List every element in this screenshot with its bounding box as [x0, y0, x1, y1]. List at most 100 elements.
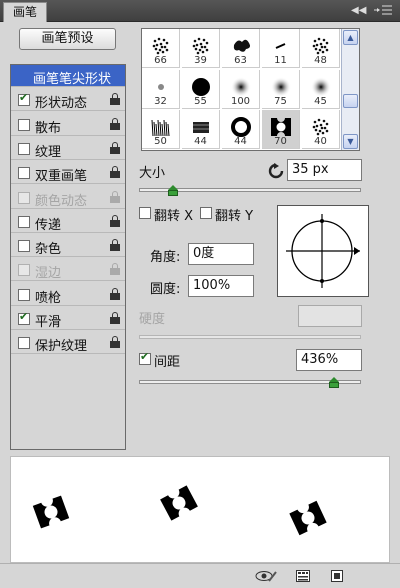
option-checkbox[interactable] — [18, 240, 30, 253]
brush-tip-size: 45 — [314, 95, 327, 107]
option-item[interactable]: 喷枪 — [11, 284, 125, 306]
option-item[interactable]: 传递 — [11, 211, 125, 233]
brush-tip[interactable]: 55 — [182, 69, 220, 109]
option-item: 颜色动态 — [11, 187, 125, 209]
option-item[interactable]: 纹理 — [11, 138, 125, 160]
spacing-slider[interactable] — [139, 377, 361, 388]
lock-icon[interactable] — [110, 166, 120, 179]
lock-icon[interactable] — [110, 239, 120, 252]
option-checkbox[interactable] — [18, 142, 30, 155]
brush-tip-size: 55 — [194, 95, 207, 107]
brush-grid-scrollbar[interactable]: ▲ ▼ — [341, 29, 359, 150]
option-label: 形状动态 — [35, 96, 88, 112]
flip-x-checkbox[interactable] — [139, 207, 151, 219]
brush-tip-size: 63 — [234, 55, 247, 66]
option-label: 杂色 — [35, 242, 62, 258]
spacing-label: 间距 — [154, 355, 181, 370]
brush-tip[interactable]: 63 — [222, 29, 260, 68]
lock-icon[interactable] — [110, 117, 120, 131]
lock-icon — [110, 263, 120, 276]
lock-icon[interactable] — [110, 93, 120, 106]
brush-tip[interactable]: 50 — [142, 110, 180, 150]
panel-tab-brush[interactable]: 画笔 — [3, 2, 47, 22]
brush-tip[interactable]: 32 — [142, 69, 180, 109]
brush-tip[interactable]: 44 — [182, 110, 220, 150]
lock-icon — [110, 190, 120, 204]
preview-stamp — [160, 485, 198, 521]
option-label: 平滑 — [35, 315, 62, 330]
brush-tip-size: 11 — [274, 55, 287, 66]
brush-tip[interactable]: 44 — [222, 110, 260, 150]
lock-icon[interactable] — [110, 336, 120, 349]
option-label: 保护纹理 — [35, 339, 88, 355]
lock-icon[interactable] — [110, 287, 120, 301]
option-checkbox[interactable] — [18, 288, 30, 301]
brush-tip-size: 66 — [154, 55, 167, 66]
spacing-field[interactable]: 436% — [296, 349, 362, 371]
option-item[interactable]: 形状动态 — [11, 89, 125, 112]
option-checkbox[interactable] — [18, 167, 30, 180]
brush-tip-size: 44 — [234, 136, 247, 148]
brush-tip[interactable]: 100 — [222, 69, 260, 109]
brush-tip-size: 50 — [154, 136, 167, 148]
brush-panel-icon[interactable] — [296, 570, 310, 582]
option-checkbox[interactable] — [18, 337, 30, 350]
preview-stamp — [32, 495, 70, 529]
option-item[interactable]: 画笔笔尖形状 — [11, 65, 125, 87]
new-preset-icon[interactable] — [331, 570, 343, 582]
flip-y-checkbox[interactable] — [200, 207, 212, 219]
brush-tip[interactable]: 40 — [302, 110, 340, 150]
roundness-field[interactable]: 100% — [188, 275, 254, 297]
brush-presets-button[interactable]: 画笔预设 — [19, 28, 116, 50]
scroll-down-icon[interactable]: ▼ — [343, 134, 358, 149]
eye-toggle-icon[interactable] — [255, 570, 277, 582]
brush-tip[interactable]: 75 — [262, 69, 300, 109]
option-label: 双重画笔 — [35, 169, 88, 185]
option-label: 湿边 — [35, 266, 62, 282]
angle-label: 角度: — [150, 250, 181, 265]
option-item[interactable]: 保护纹理 — [11, 332, 125, 355]
option-label: 喷枪 — [35, 290, 62, 306]
option-checkbox[interactable] — [18, 118, 30, 131]
brush-tip-size: 44 — [194, 136, 207, 148]
lock-icon[interactable] — [110, 312, 120, 325]
option-checkbox[interactable] — [18, 215, 30, 228]
size-slider[interactable] — [139, 185, 361, 196]
lock-icon[interactable] — [110, 141, 120, 155]
option-item[interactable]: 杂色 — [11, 235, 125, 258]
brush-tip[interactable]: 39 — [182, 29, 220, 68]
option-checkbox — [18, 191, 30, 204]
hardness-slider — [139, 335, 361, 339]
brush-tip-size: 39 — [194, 55, 207, 66]
option-item[interactable]: 平滑 — [11, 308, 125, 330]
hardness-field — [298, 305, 362, 327]
brush-tip-size: 48 — [314, 55, 327, 66]
angle-roundness-widget[interactable] — [277, 205, 369, 297]
brush-tip[interactable]: 70 — [262, 110, 300, 150]
size-field[interactable]: 35 px — [287, 159, 362, 181]
spacing-checkbox[interactable] — [139, 350, 151, 365]
option-item[interactable]: 散布 — [11, 114, 125, 136]
option-item: 湿边 — [11, 259, 125, 282]
brush-tip[interactable]: 48 — [302, 29, 340, 68]
double-chevron-left-icon[interactable]: ◀◀ — [351, 3, 366, 18]
lock-icon[interactable] — [110, 214, 120, 228]
brush-tip-size: 75 — [274, 95, 287, 107]
option-item[interactable]: 双重画笔 — [11, 162, 125, 185]
option-checkbox[interactable] — [18, 91, 30, 107]
size-slider-thumb[interactable] — [168, 185, 178, 196]
spacing-slider-thumb[interactable] — [328, 377, 339, 388]
brush-tip-size: 40 — [314, 136, 327, 148]
angle-field[interactable]: 0度 — [188, 243, 254, 265]
brush-tip[interactable]: 45 — [302, 69, 340, 109]
option-checkbox[interactable] — [18, 310, 30, 325]
option-label: 散布 — [35, 120, 62, 136]
reset-size-icon[interactable] — [268, 163, 284, 179]
panel-menu-icon[interactable] — [373, 3, 393, 18]
brush-tip[interactable]: 66 — [142, 29, 180, 68]
flip-y-label: 翻转 Y — [215, 209, 254, 224]
scroll-thumb[interactable] — [343, 94, 358, 108]
size-label: 大小 — [139, 166, 166, 181]
scroll-up-icon[interactable]: ▲ — [343, 30, 358, 45]
brush-tip[interactable]: 11 — [262, 29, 300, 68]
